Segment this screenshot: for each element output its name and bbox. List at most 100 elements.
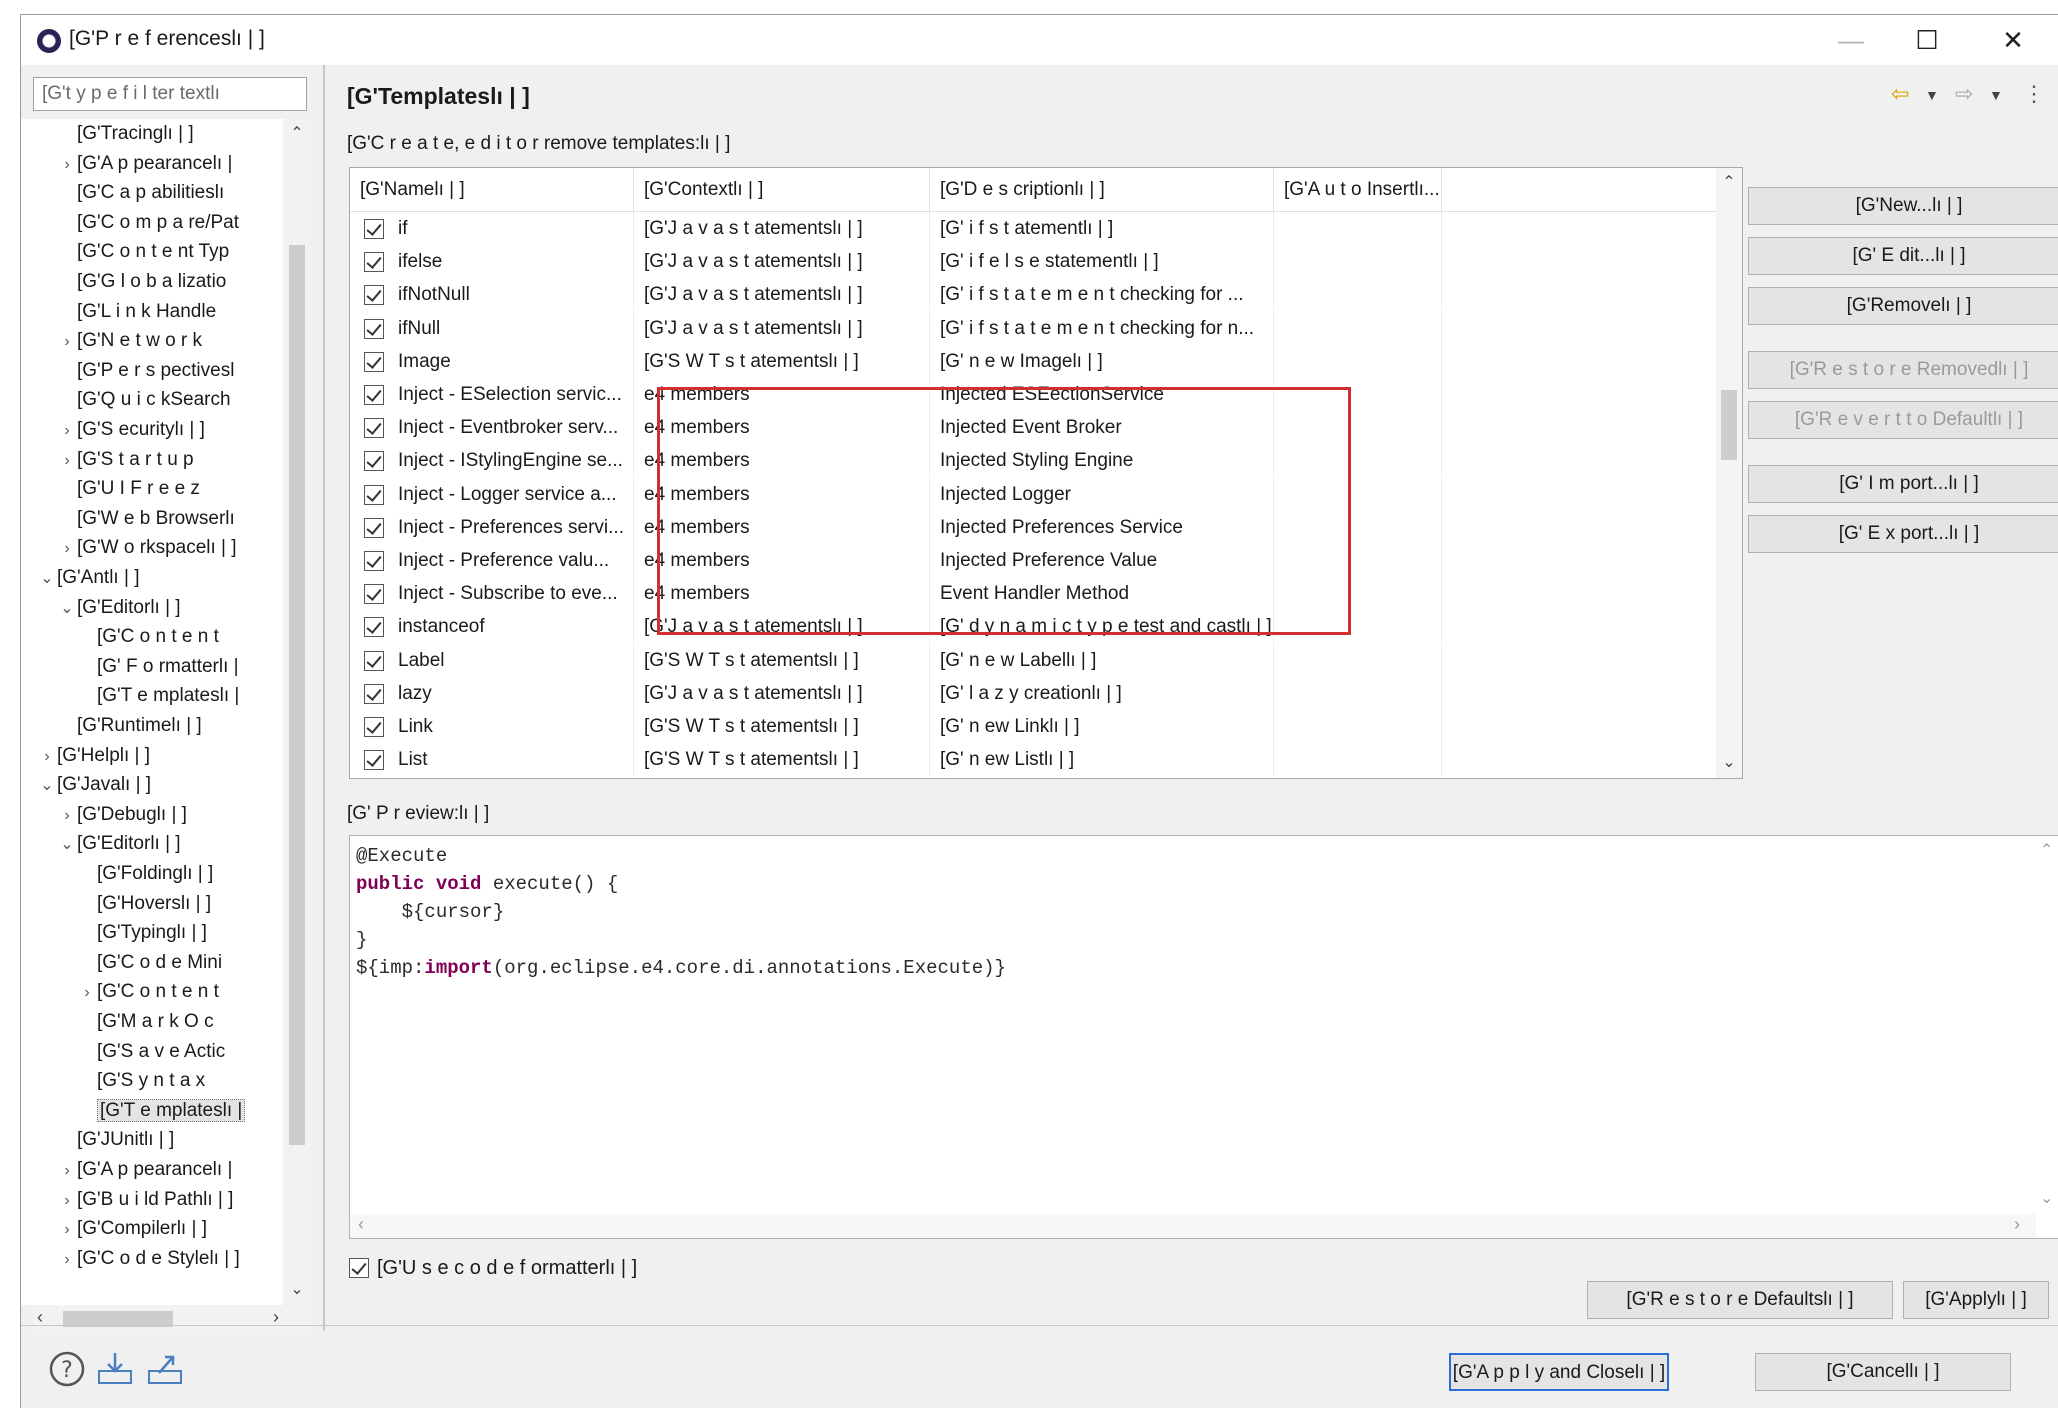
column-header-name[interactable]: [G'Namelı | ] [350, 168, 634, 212]
tree-item[interactable]: [G'L i n k Handle [57, 297, 216, 327]
tree-vertical-scrollbar[interactable]: ⌃ ⌄ [283, 119, 311, 1305]
export-button[interactable]: [G' E x port...lı | ] [1748, 515, 2058, 553]
table-row[interactable]: ifelse [G'J a v a s t atementslı | ] [G' i… [350, 245, 1716, 279]
column-header-context[interactable]: [G'Contextlı | ] [634, 168, 930, 212]
preview-vertical-scrollbar[interactable]: ⌃ ⌄ [2036, 836, 2058, 1216]
chevron-down-icon[interactable]: ⌄ [37, 564, 57, 594]
tree-item[interactable]: [G'C o n t e nt Typ [57, 237, 229, 267]
row-checkbox[interactable] [364, 584, 384, 605]
scroll-down-icon[interactable]: ⌄ [283, 1279, 311, 1299]
tree-item[interactable]: [G'C o n t e n t [77, 622, 219, 652]
column-header-description[interactable]: [G'D e s criptionlı | ] [930, 168, 1274, 212]
table-row[interactable]: Inject - IStylingEngine se... e4 members I… [350, 444, 1716, 478]
tree-item[interactable]: › [G'S t a r t u p [57, 445, 193, 476]
apply-button[interactable]: [G'Applylı | ] [1903, 1281, 2049, 1319]
row-checkbox[interactable] [364, 385, 384, 405]
row-checkbox[interactable] [364, 418, 384, 439]
table-row[interactable]: ifNotNull [G'J a v a s t atementslı | ] [G… [350, 278, 1716, 312]
tree-item[interactable]: › [G'B u i ld Pathlı | ] [57, 1185, 233, 1215]
tree-item[interactable]: [G'P e r s pectivesl [57, 356, 234, 386]
row-checkbox[interactable] [364, 219, 384, 239]
forward-dropdown-icon[interactable]: ▼ [1989, 87, 2003, 103]
view-menu-icon[interactable]: ⋮ [2023, 81, 2045, 107]
scroll-left-icon[interactable]: ‹ [358, 1214, 364, 1235]
tree-item[interactable]: › [G'S ecuritylı | ] [57, 415, 205, 445]
row-checkbox[interactable] [364, 451, 384, 472]
import-button[interactable]: [G' I m port...lı | ] [1748, 465, 2058, 503]
scroll-right-icon[interactable]: › [2014, 1214, 2020, 1235]
tree-item[interactable]: › [G'C o n t e n t [77, 977, 219, 1007]
scroll-up-icon[interactable]: ⌃ [1716, 172, 1742, 192]
chevron-right-icon[interactable]: › [77, 978, 97, 1008]
tree-horizontal-scrollbar[interactable]: ‹ › [33, 1305, 311, 1333]
tree-item[interactable]: [G'C o m p a re/Pat [57, 208, 239, 238]
tree-item[interactable]: › [G'Debuglı | ] [57, 800, 187, 830]
tree-item[interactable]: [G'G l o b a lizatio [57, 267, 226, 297]
tree-item[interactable]: [G'Tracinglı | ] [57, 119, 194, 149]
tree-item[interactable]: ⌄ [G'Editorlı | ] [57, 593, 180, 624]
row-checkbox[interactable] [364, 717, 384, 737]
tree-item[interactable]: [G' F o rmatterlı | [77, 652, 239, 682]
help-icon[interactable]: ? [47, 1349, 87, 1389]
table-row[interactable]: ifNull [G'J a v a s t atementslı | ] [G' i… [350, 311, 1716, 345]
tree-item[interactable]: [G'S a v e Actic [77, 1037, 225, 1067]
chevron-right-icon[interactable]: › [57, 446, 77, 476]
close-button[interactable]: ✕ [1983, 23, 2043, 57]
row-checkbox[interactable] [364, 617, 384, 638]
table-row[interactable]: instanceof [G'J a v a s t atementslı | ][… [350, 610, 1716, 644]
scroll-up-icon[interactable]: ⌃ [2040, 840, 2053, 860]
table-row[interactable]: Inject - Preference valu... e4 members Inj… [350, 544, 1716, 577]
pane-divider[interactable] [323, 65, 325, 1331]
tree-item[interactable]: › [G'A p pearancelı | [57, 149, 232, 179]
tree-item[interactable]: [G'T e mplateslı | [77, 681, 239, 711]
chevron-down-icon[interactable]: ⌄ [37, 771, 57, 801]
chevron-down-icon[interactable]: ⌄ [57, 594, 77, 624]
import-icon[interactable] [95, 1349, 135, 1389]
table-row[interactable]: if [G'J a v a s t atementslı | ] [G' i f s… [350, 212, 1716, 245]
filter-input[interactable]: [G't y p e f i l ter textlı [33, 77, 307, 111]
tree-item[interactable]: [G'T e mplateslı | [77, 1096, 246, 1126]
restore-removed-button[interactable]: [G'R e s t o r e Removedlı | ] [1748, 351, 2058, 389]
chevron-down-icon[interactable]: ⌄ [57, 830, 77, 860]
table-row[interactable]: List [G'S W T s t atementslı | ] [G' n ew … [350, 743, 1716, 777]
chevron-right-icon[interactable]: › [57, 1186, 77, 1216]
tree-item[interactable]: [G'C a p abilitieslı [57, 178, 224, 208]
restore-defaults-button[interactable]: [G'R e s t o r e Defaultslı | ] [1587, 1281, 1893, 1319]
tree-item[interactable]: [G'Typinglı | ] [77, 918, 207, 948]
row-checkbox[interactable] [364, 683, 384, 704]
chevron-right-icon[interactable]: › [57, 150, 77, 180]
cancel-button[interactable]: [G'Cancellı | ] [1755, 1353, 2011, 1391]
tree-item[interactable]: › [G'Helplı | ] [37, 741, 150, 771]
table-row[interactable]: Inject - Logger service a... e4 members In… [350, 477, 1716, 511]
chevron-right-icon[interactable]: › [57, 1215, 77, 1245]
tree-item[interactable]: › [G'Compilerlı | ] [57, 1214, 207, 1244]
tree-item[interactable]: [G'Hoverslı | ] [77, 889, 211, 919]
chevron-right-icon[interactable]: › [37, 742, 57, 772]
row-checkbox[interactable] [364, 551, 384, 571]
scroll-thumb[interactable] [289, 245, 305, 1145]
remove-button[interactable]: [G'Removelı | ] [1748, 287, 2058, 325]
tree-item[interactable]: ⌄ [G'Editorlı | ] [57, 829, 180, 860]
tree-item[interactable]: › [G'W o rkspacelı | ] [57, 533, 236, 564]
table-row[interactable]: Inject - Subscribe to eve... e4 members Ev… [350, 577, 1716, 611]
chevron-right-icon[interactable]: › [57, 801, 77, 831]
row-checkbox[interactable] [364, 484, 384, 505]
scroll-up-icon[interactable]: ⌃ [283, 123, 311, 143]
row-checkbox[interactable] [364, 285, 384, 306]
chevron-right-icon[interactable]: › [57, 534, 77, 564]
checkbox-checked-icon[interactable] [349, 1258, 369, 1278]
scroll-down-icon[interactable]: ⌄ [2040, 1188, 2053, 1208]
table-row[interactable]: Inject - Preferences servi... e4 members I… [350, 510, 1716, 544]
tree-item[interactable]: [G'C o d e Mini [77, 948, 222, 978]
scroll-thumb[interactable] [1721, 390, 1737, 460]
back-arrow-icon[interactable]: ⇦ [1891, 81, 1909, 107]
row-checkbox[interactable] [364, 750, 384, 771]
table-row[interactable]: Inject - ESelection servic... e4 members I… [350, 378, 1716, 411]
table-row[interactable]: Inject - Eventbroker serv... e4 members In… [350, 411, 1716, 445]
row-checkbox[interactable] [364, 318, 384, 339]
tree-item[interactable]: [G'Foldinglı | ] [77, 859, 213, 889]
preview-horizontal-scrollbar[interactable]: ‹ › [350, 1214, 2036, 1238]
tree-item[interactable]: [G'U I F r e e z [57, 474, 200, 504]
row-checkbox[interactable] [364, 351, 384, 372]
table-row[interactable]: lazy [G'J a v a s t atementslı | ] [G' l a… [350, 676, 1716, 710]
